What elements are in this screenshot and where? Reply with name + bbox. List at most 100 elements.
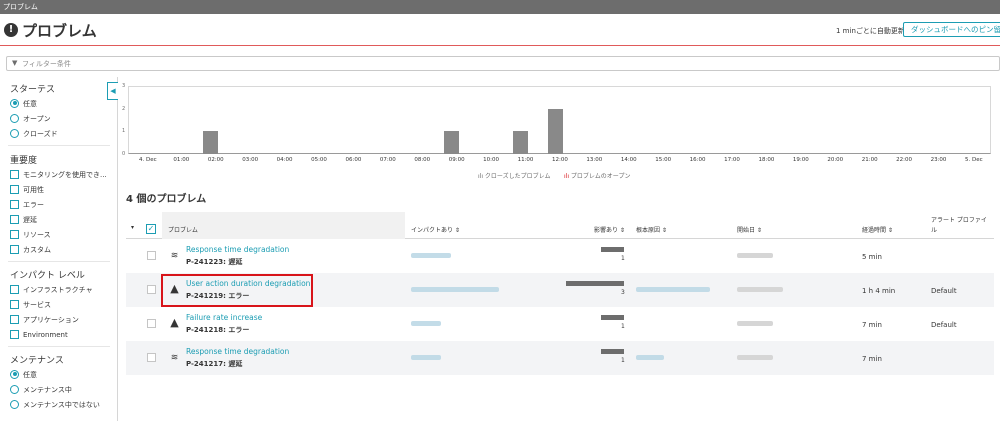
impacted-entity-link[interactable] [411,253,451,258]
x-tick-label: 4. Dec [139,157,157,163]
checkbox[interactable] [10,329,19,339]
radio[interactable] [10,113,19,123]
chart-bar[interactable] [513,131,529,154]
x-tick-label: 01:00 [173,157,190,163]
radio-selected[interactable] [10,369,19,379]
window-title-bar: プロブレム [0,0,1000,14]
checkbox[interactable] [10,244,19,254]
affected-bar [600,349,624,354]
page-title: プロブレム [22,22,97,40]
checkbox[interactable] [10,229,19,239]
row-checkbox[interactable] [147,285,156,294]
radio[interactable] [10,384,19,394]
problem-title-link[interactable]: Response time degradation [186,347,289,356]
checkbox[interactable] [10,299,19,309]
root-cause-link[interactable] [636,287,710,292]
checkbox[interactable] [10,169,19,179]
legend-open-icon: ılı [564,173,571,180]
radio[interactable] [10,128,19,138]
root-cause-link[interactable] [636,355,664,360]
radio[interactable] [10,399,19,409]
impact-option-infrastructure[interactable]: インフラストラクチャ [10,284,93,296]
warning-icon: ▲ [170,316,179,329]
maintenance-option-any[interactable]: 任意 [10,369,37,381]
status-option-any[interactable]: 任意 [10,98,37,110]
x-tick-label: 10:00 [483,157,500,163]
x-tick-label: 5. Dec [965,157,983,163]
radio-selected[interactable] [10,98,19,108]
expand-all-toggle[interactable]: ▾ [131,224,134,231]
column-start[interactable]: 開始日 ⇕ [737,225,762,234]
checkbox[interactable] [10,284,19,294]
auto-refresh-text: 1 minごとに自動更新 [836,27,905,35]
y-tick-label: 0 [122,151,126,157]
duration: 7 min [862,355,882,363]
table-row[interactable]: ▲ Failure rate increase P-241218: エラー 1 7 mi… [126,307,994,341]
row-checkbox[interactable] [147,251,156,260]
affected-bar [600,315,624,320]
severity-option-error[interactable]: エラー [10,199,44,211]
impact-option-service[interactable]: サービス [10,299,51,311]
checkbox[interactable] [10,214,19,224]
start-date [737,253,773,258]
collapse-sidebar-button[interactable]: ◀ [107,82,118,100]
severity-option-availability[interactable]: 可用性 [10,184,44,196]
chart-bar[interactable] [203,131,219,154]
table-row[interactable]: ≋ Response time degradation P-241223: 遅延 1 5… [126,239,994,273]
problem-alert-icon: ! [4,23,18,37]
slowdown-icon: ≋ [170,251,179,261]
x-tick-label: 20:00 [827,157,844,163]
filter-icon: ▼ [12,59,18,67]
start-date [737,287,783,292]
checkbox[interactable] [10,314,19,324]
duration: 1 h 4 min [862,287,896,295]
severity-option-custom[interactable]: カスタム [10,244,51,256]
impact-option-application[interactable]: アプリケーション [10,314,79,326]
impacted-entity-link[interactable] [411,355,441,360]
column-root-cause[interactable]: 根本原因 ⇕ [636,225,667,234]
x-tick-label: 22:00 [896,157,913,163]
column-problem[interactable]: プロブレム [162,212,405,239]
maintenance-option-in[interactable]: メンテナンス中 [10,384,72,396]
column-impact[interactable]: インパクトあり ⇕ [411,225,460,234]
checkbox[interactable] [10,199,19,209]
divider [8,145,110,146]
duration: 5 min [862,253,882,261]
severity-option-monitoring[interactable]: モニタリングを使用でき... [10,169,107,181]
start-date [737,355,773,360]
x-tick-label: 17:00 [724,157,740,163]
affected-count: 1 [621,357,625,364]
impacted-entity-link[interactable] [411,287,499,292]
severity-section-title: 重要度 [10,156,38,166]
problems-chart: ılı クローズしたプロブレム ılı プロブレムのオープン 3 2 1 0 4. De… [118,80,1000,185]
x-tick-label: 06:00 [345,157,362,163]
row-checkbox[interactable] [147,319,156,328]
column-alert-profile[interactable]: アラート プロファイル [931,216,987,236]
x-tick-label: 14:00 [620,157,637,163]
severity-option-resource[interactable]: リソース [10,229,51,241]
status-option-closed[interactable]: クローズド [10,128,58,140]
impact-section-title: インパクト レベル [10,271,85,281]
x-tick-label: 16:00 [689,157,706,163]
y-tick-label: 2 [122,105,126,112]
chart-bar[interactable] [444,131,460,154]
maintenance-option-out[interactable]: メンテナンス中ではない [10,399,100,411]
column-duration[interactable]: 経過時間 ⇕ [862,225,893,234]
x-tick-label: 15:00 [655,157,672,163]
column-affected[interactable]: 影響あり ⇕ [594,225,625,234]
chart-bar[interactable] [547,108,563,154]
problem-title-link[interactable]: Response time degradation [186,245,289,254]
checkbox[interactable] [10,184,19,194]
severity-option-slowdown[interactable]: 遅延 [10,214,37,226]
impacted-entity-link[interactable] [411,321,441,326]
pin-to-dashboard-button[interactable]: ダッシュボードへのピン留め [903,22,1000,37]
select-all-checkbox[interactable]: ✓ [146,224,156,234]
affected-count: 1 [621,323,625,330]
problem-title-link[interactable]: Failure rate increase [186,313,262,322]
table-row[interactable]: ≋ Response time degradation P-241217: 遅延 1 7… [126,341,994,375]
divider [8,346,110,347]
filter-input[interactable]: ▼ フィルター条件 [6,56,1000,71]
status-option-open[interactable]: オープン [10,113,51,125]
row-checkbox[interactable] [147,353,156,362]
impact-option-environment[interactable]: Environment [10,329,68,341]
